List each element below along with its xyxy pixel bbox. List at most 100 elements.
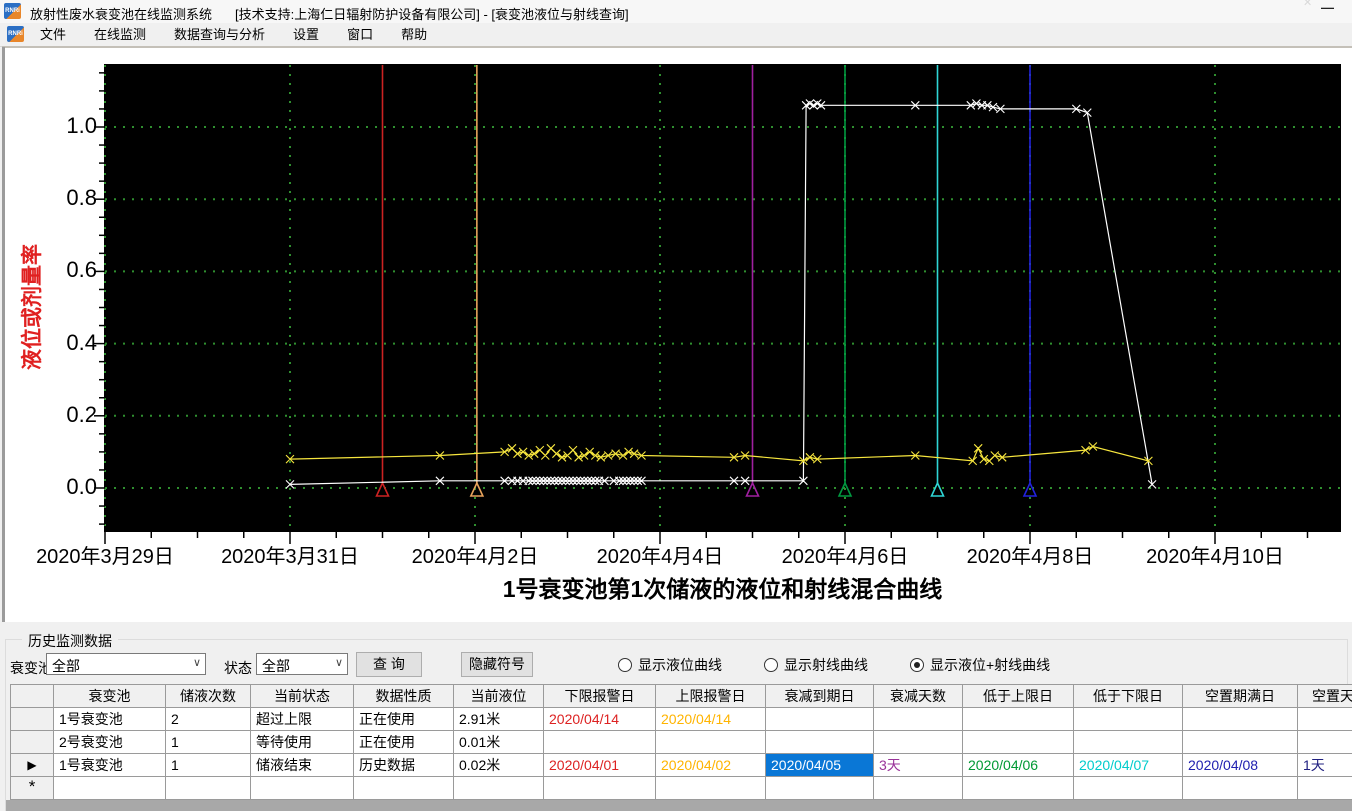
table-cell[interactable]: 2020/04/08 xyxy=(1183,754,1298,777)
table-cell[interactable] xyxy=(766,731,874,754)
table-cell[interactable] xyxy=(54,777,166,800)
row-selector[interactable] xyxy=(11,731,54,754)
table-cell[interactable]: 历史数据 xyxy=(354,754,454,777)
radio-show-ray-curve[interactable]: 显示射线曲线 xyxy=(764,655,868,675)
table-cell[interactable] xyxy=(454,777,544,800)
table-cell[interactable]: 2020/04/07 xyxy=(1074,754,1183,777)
curve-display-radio-group: 显示液位曲线 显示射线曲线 显示液位+射线曲线 xyxy=(618,655,1092,675)
table-cell[interactable] xyxy=(766,708,874,731)
column-header-6[interactable]: 下限报警日 xyxy=(544,685,656,708)
minimize-icon[interactable]: — xyxy=(1321,0,1334,15)
table-cell[interactable]: 等待使用 xyxy=(251,731,354,754)
column-header-4[interactable]: 数据性质 xyxy=(354,685,454,708)
table-cell[interactable] xyxy=(874,708,963,731)
column-header-3[interactable]: 当前状态 xyxy=(251,685,354,708)
table-cell[interactable] xyxy=(354,777,454,800)
radio-show-level-curve[interactable]: 显示液位曲线 xyxy=(618,655,722,675)
x-tick-label: 2020年4月6日 xyxy=(781,546,909,568)
table-cell[interactable]: 2020/04/01 xyxy=(544,754,656,777)
row-selector[interactable]: ▶ xyxy=(11,754,54,777)
radio-unchecked-icon xyxy=(764,658,778,672)
table-cell[interactable] xyxy=(1298,708,1352,731)
radio-show-level-ray-curve[interactable]: 显示液位+射线曲线 xyxy=(910,655,1050,675)
table-cell[interactable] xyxy=(656,731,766,754)
hide-symbols-button[interactable]: 隐藏符号 xyxy=(461,652,533,677)
select-all-cell[interactable] xyxy=(11,685,54,708)
groupbox-title: 历史监测数据 xyxy=(22,631,118,651)
table-cell[interactable]: 1 xyxy=(166,754,251,777)
table-cell[interactable]: 1号衰变池 xyxy=(54,708,166,731)
table-cell[interactable]: 3天 xyxy=(874,754,963,777)
menu-item-data-query-analysis[interactable]: 数据查询与分析 xyxy=(160,23,279,46)
table-cell[interactable] xyxy=(1183,731,1298,754)
table-cell[interactable] xyxy=(251,777,354,800)
table-cell[interactable]: 2 xyxy=(166,708,251,731)
column-header-9[interactable]: 衰减天数 xyxy=(874,685,963,708)
table-cell[interactable] xyxy=(166,777,251,800)
column-header-13[interactable]: 空置天数 xyxy=(1298,685,1352,708)
table-cell[interactable]: 2020/04/02 xyxy=(656,754,766,777)
table-cell[interactable]: 储液结束 xyxy=(251,754,354,777)
grid-background xyxy=(6,800,1352,811)
radio-label: 显示液位曲线 xyxy=(638,657,722,673)
column-header-2[interactable]: 储液次数 xyxy=(166,685,251,708)
table-cell[interactable] xyxy=(1298,731,1352,754)
close-icon[interactable]: ✕ xyxy=(1303,0,1312,9)
query-button[interactable]: 查 询 xyxy=(356,652,422,677)
menu-item-file[interactable]: 文件 xyxy=(26,23,80,46)
table-cell[interactable] xyxy=(963,731,1074,754)
status-filter-select[interactable]: 全部 xyxy=(256,653,348,675)
x-tick-label: 2020年4月10日 xyxy=(1146,546,1284,568)
table-cell[interactable] xyxy=(766,777,874,800)
row-selector[interactable]: * xyxy=(11,777,54,800)
menu-item-window[interactable]: 窗口 xyxy=(333,23,387,46)
table-row: ▶ 1号衰变池 1 储液结束 历史数据 0.02米 2020/04/01 2020/04/02… xyxy=(11,754,1352,777)
pool-filter-select[interactable]: 全部 xyxy=(46,653,206,675)
column-header-12[interactable]: 空置期满日 xyxy=(1183,685,1298,708)
column-header-11[interactable]: 低于下限日 xyxy=(1074,685,1183,708)
column-header-5[interactable]: 当前液位 xyxy=(454,685,544,708)
status-filter-value: 全部 xyxy=(262,658,290,674)
table-cell[interactable]: 0.01米 xyxy=(454,731,544,754)
table-cell[interactable]: 正在使用 xyxy=(354,731,454,754)
table-cell[interactable]: 2号衰变池 xyxy=(54,731,166,754)
x-tick-label: 2020年3月31日 xyxy=(221,546,359,568)
table-cell[interactable] xyxy=(1298,777,1352,800)
table-cell[interactable] xyxy=(874,777,963,800)
table-header-row: 衰变池 储液次数 当前状态 数据性质 当前液位 下限报警日 上限报警日 衰减到期日 衰减天数 低于… xyxy=(11,685,1352,708)
table-cell[interactable] xyxy=(656,777,766,800)
chevron-down-icon xyxy=(193,656,201,669)
title-bar: RNRi 放射性废水衰变池在线监测系统 [技术支持:上海仁日辐射防护设备有限公司… xyxy=(0,0,1352,23)
table-cell[interactable]: 2.91米 xyxy=(454,708,544,731)
column-header-7[interactable]: 上限报警日 xyxy=(656,685,766,708)
table-cell[interactable]: 1 xyxy=(166,731,251,754)
table-cell[interactable]: 2020/04/06 xyxy=(963,754,1074,777)
table-cell[interactable] xyxy=(1074,708,1183,731)
table-cell[interactable]: 1号衰变池 xyxy=(54,754,166,777)
table-cell[interactable] xyxy=(1074,777,1183,800)
table-cell[interactable] xyxy=(963,777,1074,800)
row-selector[interactable] xyxy=(11,708,54,731)
chart-title: 1号衰变池第1次储液的液位和射线混合曲线 xyxy=(502,576,943,602)
table-cell[interactable]: 2020/04/14 xyxy=(544,708,656,731)
table-cell[interactable] xyxy=(1183,708,1298,731)
table-cell[interactable]: 2020/04/14 xyxy=(656,708,766,731)
table-cell[interactable] xyxy=(1074,731,1183,754)
table-cell[interactable]: 2020/04/05 xyxy=(766,754,874,777)
table-new-row: * xyxy=(11,777,1352,800)
table-cell[interactable]: 0.02米 xyxy=(454,754,544,777)
column-header-1[interactable]: 衰变池 xyxy=(54,685,166,708)
table-cell[interactable] xyxy=(1183,777,1298,800)
column-header-8[interactable]: 衰减到期日 xyxy=(766,685,874,708)
table-cell[interactable] xyxy=(544,731,656,754)
column-header-10[interactable]: 低于上限日 xyxy=(963,685,1074,708)
table-cell[interactable]: 正在使用 xyxy=(354,708,454,731)
table-cell[interactable] xyxy=(963,708,1074,731)
menu-item-settings[interactable]: 设置 xyxy=(279,23,333,46)
menu-item-online-monitoring[interactable]: 在线监测 xyxy=(80,23,160,46)
table-cell[interactable]: 1天 xyxy=(1298,754,1352,777)
table-cell[interactable] xyxy=(544,777,656,800)
menu-item-help[interactable]: 帮助 xyxy=(387,23,441,46)
table-cell[interactable] xyxy=(874,731,963,754)
table-cell[interactable]: 超过上限 xyxy=(251,708,354,731)
